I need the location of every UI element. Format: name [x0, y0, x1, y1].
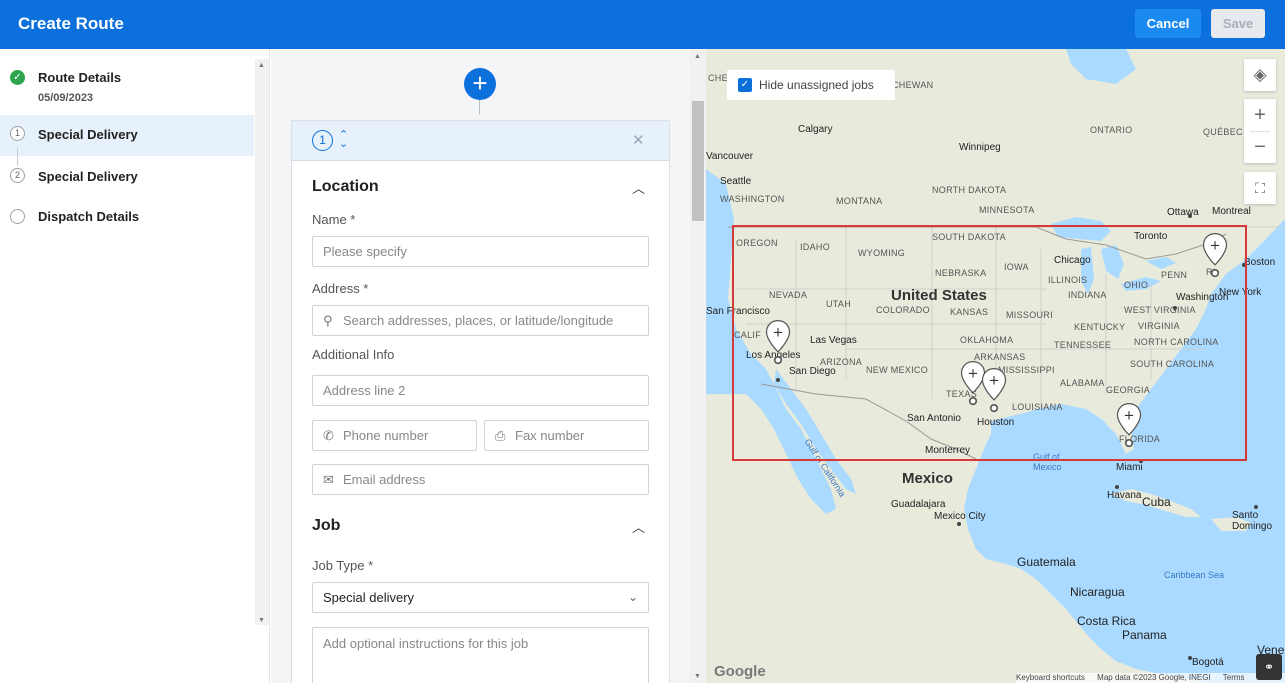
scroll-down-icon[interactable]: ▼ — [258, 617, 265, 624]
map-attribution: Keyboard shortcuts Map data ©2023 Google… — [1016, 673, 1285, 683]
fax-input[interactable]: ⎙ Fax number — [484, 420, 649, 451]
address-label: Address * — [312, 281, 369, 296]
step-date: 05/09/2023 — [38, 92, 94, 104]
name-input[interactable]: Please specify — [312, 236, 649, 267]
job-form-area: + 1 ⌃ ⌄ ✕ Location ︿ Name * Please specif… — [271, 49, 705, 683]
scroll-up-icon[interactable]: ▲ — [694, 53, 701, 60]
address-placeholder: Search addresses, places, or latitude/lo… — [343, 313, 614, 328]
email-input[interactable]: ✉ Email address — [312, 464, 649, 495]
phone-placeholder: Phone number — [343, 428, 429, 443]
svg-text:+: + — [773, 325, 784, 340]
step-label: Special Delivery — [38, 169, 138, 184]
zoom-out-button[interactable]: − — [1244, 131, 1276, 163]
instructions-textarea[interactable]: Add optional instructions for this job — [312, 627, 649, 683]
form-scrollbar[interactable]: ▲ ▼ — [690, 49, 706, 683]
fax-placeholder: Fax number — [515, 428, 585, 443]
chevron-up-icon[interactable]: ︿ — [632, 178, 645, 197]
step-label: Special Delivery — [38, 127, 138, 142]
job-section-title: Job — [312, 517, 341, 534]
step-special-delivery-2[interactable]: 2 Special Delivery — [0, 157, 254, 195]
link-icon[interactable]: ⚭ — [1256, 654, 1282, 680]
map-pin-houston[interactable]: + — [979, 367, 1009, 413]
top-bar: Create Route Cancel Save — [0, 0, 1285, 49]
printer-icon: ⎙ — [495, 428, 506, 443]
step-number — [10, 209, 25, 224]
card-header: 1 ⌃ ⌄ ✕ — [292, 121, 669, 161]
svg-text:+: + — [989, 373, 1000, 388]
terms-link[interactable]: Terms — [1223, 673, 1245, 682]
scroll-up-icon[interactable]: ▲ — [258, 62, 265, 69]
chevron-down-icon: ⌄ — [627, 590, 638, 604]
email-placeholder: Email address — [343, 472, 426, 487]
mail-icon: ✉ — [323, 472, 334, 487]
chevron-up-icon[interactable]: ︿ — [632, 517, 645, 536]
reorder-icon[interactable]: ⌃ ⌄ — [339, 130, 348, 150]
fullscreen-icon[interactable]: ⛶ — [1244, 172, 1276, 204]
map-data-text: Map data ©2023 Google, INEGI — [1097, 673, 1211, 682]
zoom-in-button[interactable]: + — [1244, 99, 1276, 131]
svg-text:+: + — [1210, 238, 1221, 253]
step-label: Route Details — [38, 70, 122, 85]
check-icon: ✓ — [10, 70, 25, 85]
name-placeholder: Please specify — [323, 244, 407, 259]
address2-placeholder: Address line 2 — [323, 383, 406, 398]
steps-sidebar: ✓ Route Details 05/09/2023 1 Special Del… — [0, 49, 270, 683]
layers-icon[interactable]: ◈ — [1244, 59, 1276, 91]
job-type-value: Special delivery — [323, 590, 415, 605]
checkbox-checked-icon[interactable]: ✓ — [738, 78, 752, 92]
step-dispatch-details[interactable]: Dispatch Details — [0, 198, 254, 236]
phone-icon: ✆ — [323, 428, 334, 443]
save-button[interactable]: Save — [1211, 9, 1265, 38]
instructions-placeholder: Add optional instructions for this job — [323, 636, 529, 651]
step-number: 2 — [10, 168, 25, 183]
google-logo: Google — [714, 663, 766, 680]
name-label: Name * — [312, 212, 356, 227]
map-pin-florida[interactable]: + — [1114, 402, 1144, 448]
map-pin-los-angeles[interactable]: + — [763, 319, 793, 365]
map-pin-new-york[interactable]: + — [1200, 232, 1230, 278]
svg-text:+: + — [1124, 408, 1135, 423]
divider — [1250, 131, 1270, 132]
page-title: Create Route — [18, 14, 124, 33]
selection-rectangle — [732, 225, 1247, 461]
step-label: Dispatch Details — [38, 209, 140, 224]
connector — [479, 100, 480, 114]
route-map[interactable]: CHEWAN CHEWAN ONTARIO QUÉBEC Calgary Win… — [706, 49, 1285, 683]
svg-text:+: + — [968, 366, 979, 381]
scroll-down-icon[interactable]: ▼ — [694, 673, 701, 680]
search-icon: ⚲ — [323, 313, 333, 328]
steps-scrollbar[interactable]: ▲ ▼ — [255, 59, 269, 625]
job-card: 1 ⌃ ⌄ ✕ Location ︿ Name * Please specify … — [291, 120, 670, 683]
step-special-delivery-1[interactable]: 1 Special Delivery — [0, 115, 254, 156]
additional-info-label: Additional Info — [312, 347, 395, 362]
scroll-thumb[interactable] — [692, 101, 704, 221]
add-stop-button[interactable]: + — [464, 68, 496, 100]
step-number: 1 — [10, 126, 25, 141]
keyboard-shortcuts-link[interactable]: Keyboard shortcuts — [1016, 673, 1085, 682]
step-route-details[interactable]: ✓ Route Details 05/09/2023 — [0, 63, 254, 115]
job-type-label: Job Type * — [312, 558, 374, 573]
address-line-2-input[interactable]: Address line 2 — [312, 375, 649, 406]
cancel-button[interactable]: Cancel — [1135, 9, 1201, 38]
job-type-select[interactable]: Special delivery ⌄ — [312, 582, 649, 613]
phone-input[interactable]: ✆ Phone number — [312, 420, 477, 451]
address-search-input[interactable]: ⚲ Search addresses, places, or latitude/l… — [312, 305, 649, 336]
hide-unassigned-toggle[interactable]: ✓ Hide unassigned jobs — [727, 70, 895, 100]
close-icon[interactable]: ✕ — [632, 131, 645, 149]
location-section-title: Location — [312, 178, 379, 195]
stop-number: 1 — [312, 130, 333, 151]
zoom-controls: + − — [1244, 99, 1276, 163]
hide-unassigned-label: Hide unassigned jobs — [759, 78, 874, 92]
